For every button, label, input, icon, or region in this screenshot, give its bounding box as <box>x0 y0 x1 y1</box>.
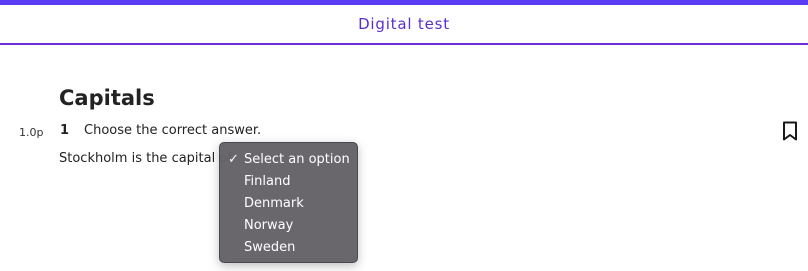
option-label: Sweden <box>244 240 296 255</box>
dropdown-option-sweden[interactable]: Sweden <box>220 237 357 259</box>
dropdown-option-denmark[interactable]: Denmark <box>220 193 357 215</box>
option-label: Finland <box>244 174 291 189</box>
dropdown-option-finland[interactable]: Finland <box>220 171 357 193</box>
answer-dropdown-menu[interactable]: ✓ Select an option Finland Denmark Norwa… <box>219 142 358 263</box>
header-bar: Digital test <box>0 5 808 45</box>
dropdown-option-select[interactable]: ✓ Select an option <box>220 149 357 171</box>
option-label: Norway <box>244 218 294 233</box>
question-prompt: Choose the correct answer. <box>84 123 262 138</box>
test-title: Digital test <box>358 15 450 33</box>
option-label: Select an option <box>244 152 350 167</box>
dropdown-option-norway[interactable]: Norway <box>220 215 357 237</box>
test-page: Digital test Capitals 1.0p 1 Choose the … <box>0 0 808 271</box>
option-label: Denmark <box>244 196 304 211</box>
question-points: 1.0p <box>19 126 44 139</box>
section-title: Capitals <box>59 86 155 110</box>
question-text: Stockholm is the capital of <box>59 151 232 166</box>
question-number: 1 <box>60 123 70 138</box>
bookmark-icon[interactable] <box>781 121 799 141</box>
checkmark-icon: ✓ <box>228 152 239 167</box>
